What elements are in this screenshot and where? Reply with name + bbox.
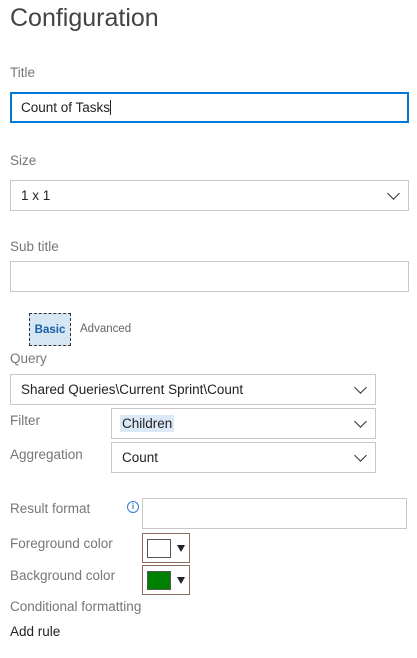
conditional-formatting-label: Conditional formatting (10, 599, 142, 614)
size-label: Size (10, 153, 37, 168)
chevron-down-icon (354, 380, 367, 394)
chevron-down-icon (354, 448, 367, 462)
dropdown-arrow-icon (177, 544, 185, 552)
query-label: Query (10, 351, 47, 366)
subtitle-label: Sub title (10, 239, 59, 254)
background-color-picker[interactable] (142, 565, 190, 595)
size-select[interactable]: 1 x 1 (10, 180, 409, 211)
info-icon[interactable]: i (127, 501, 139, 513)
foreground-color-picker[interactable] (142, 533, 190, 563)
chevron-down-icon (387, 186, 400, 200)
foreground-color-label: Foreground color (10, 536, 113, 551)
chevron-down-icon (354, 414, 367, 428)
title-label: Title (10, 65, 36, 80)
filter-select-value: Children (120, 415, 175, 432)
background-color-label: Background color (10, 568, 116, 583)
background-color-swatch (147, 570, 171, 590)
tab-basic[interactable]: Basic (29, 313, 71, 346)
dropdown-arrow-icon (177, 576, 185, 584)
text-cursor (110, 100, 112, 115)
foreground-color-swatch (147, 538, 171, 558)
query-select-value: Shared Queries\Current Sprint\Count (21, 382, 244, 397)
aggregation-select[interactable]: Count (111, 442, 376, 473)
page-title: Configuration (10, 4, 159, 32)
size-select-value: 1 x 1 (21, 188, 51, 203)
filter-select[interactable]: Children (111, 408, 376, 439)
result-format-input[interactable] (142, 498, 407, 529)
tab-advanced[interactable]: Advanced (80, 323, 131, 335)
add-rule-link[interactable]: Add rule (10, 624, 60, 639)
subtitle-input[interactable] (10, 261, 409, 292)
title-input-value: Count of Tasks (21, 100, 111, 115)
filter-label: Filter (10, 413, 40, 428)
query-select[interactable]: Shared Queries\Current Sprint\Count (10, 374, 376, 405)
result-format-label: Result format (10, 501, 91, 516)
aggregation-select-value: Count (122, 450, 159, 465)
aggregation-label: Aggregation (10, 447, 83, 462)
title-input[interactable]: Count of Tasks (10, 92, 409, 123)
